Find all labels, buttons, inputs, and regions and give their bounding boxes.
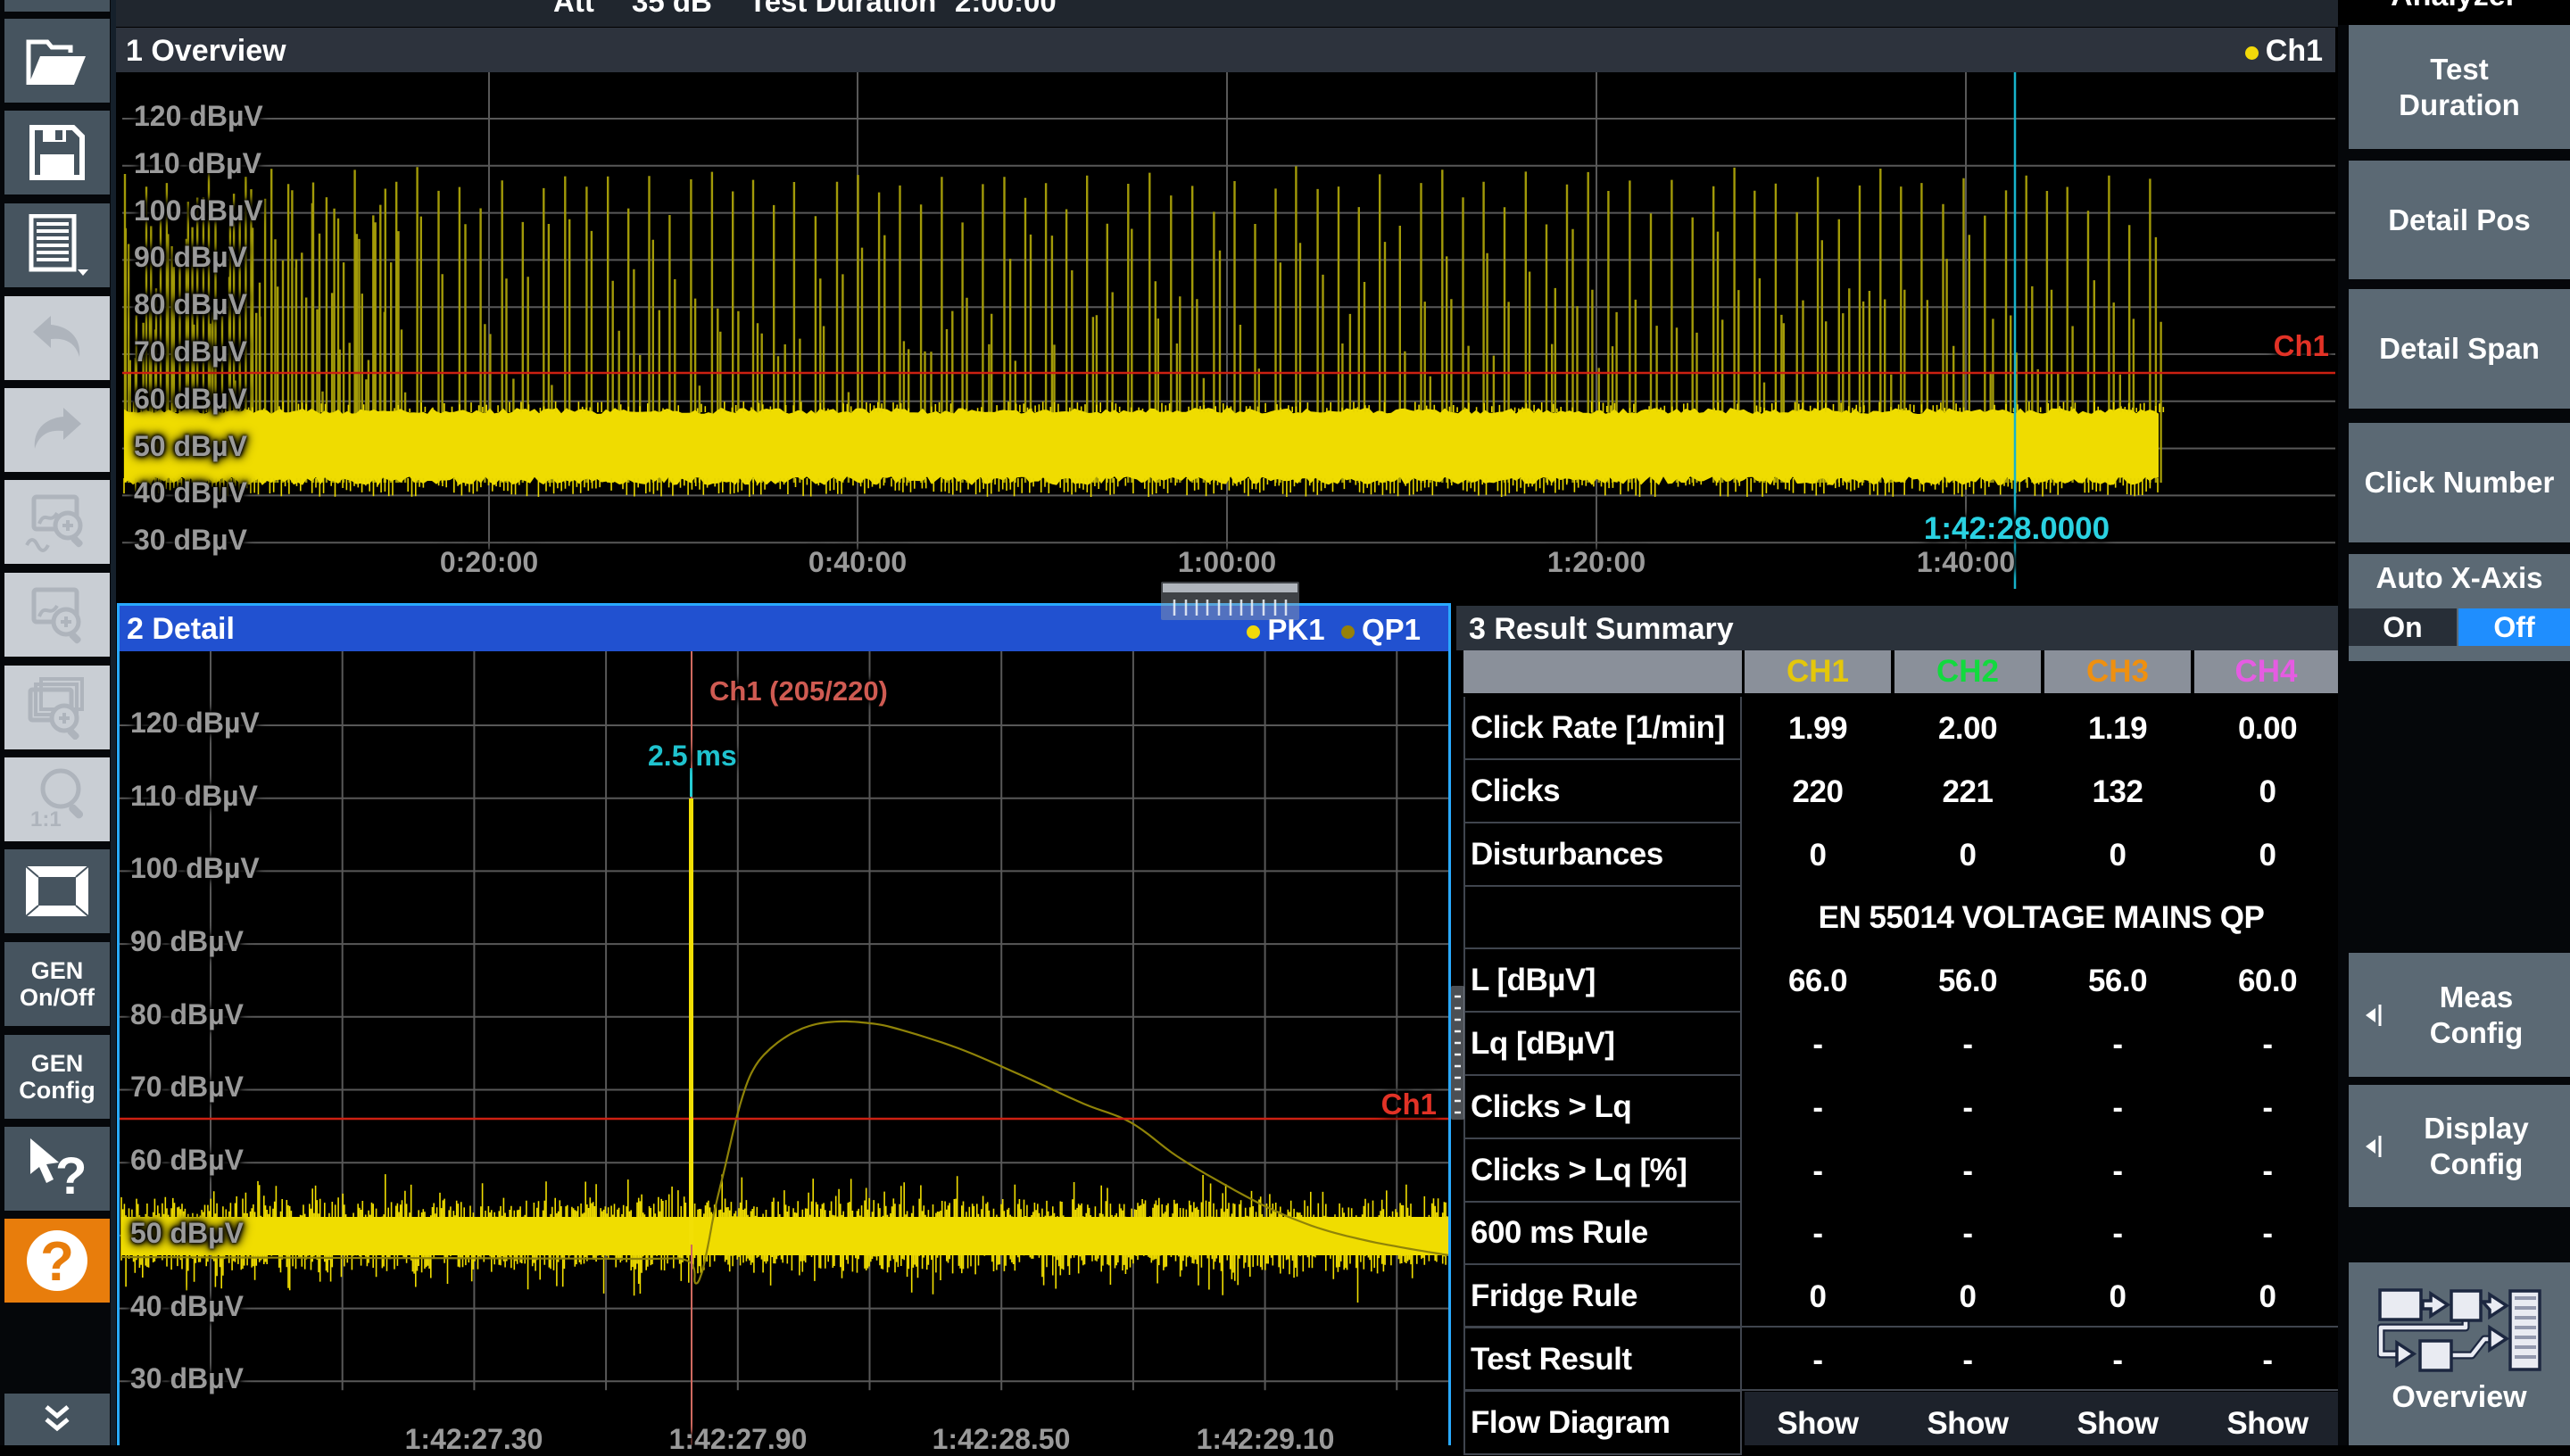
svg-text:1:1: 1:1 bbox=[30, 807, 62, 831]
svg-text:?: ? bbox=[40, 1231, 74, 1293]
svg-text:?: ? bbox=[55, 1147, 87, 1203]
